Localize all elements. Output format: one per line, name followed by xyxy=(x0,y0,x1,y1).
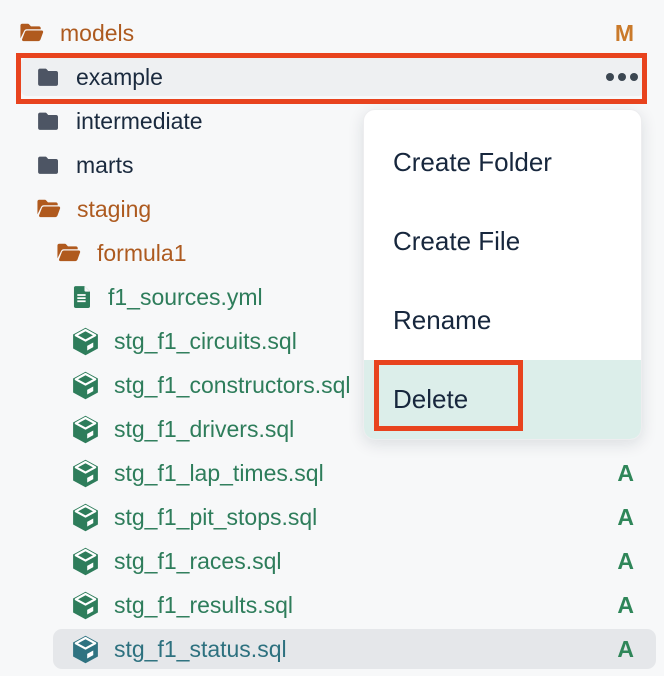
tree-item-label: stg_f1_results.sql xyxy=(114,592,293,619)
tree-item-label: stg_f1_drivers.sql xyxy=(114,416,294,443)
tree-item-label: f1_sources.yml xyxy=(108,284,263,311)
model-cube-icon xyxy=(70,370,101,401)
tree-item-label: stg_f1_status.sql xyxy=(114,636,287,663)
added-badge: A xyxy=(617,636,634,663)
tree-item-stg-f1-races[interactable]: stg_f1_races.sql A xyxy=(0,539,664,583)
added-badge: A xyxy=(617,592,634,619)
folder-icon xyxy=(33,65,63,90)
model-cube-icon xyxy=(70,458,101,489)
tree-item-stg-f1-status[interactable]: stg_f1_status.sql A xyxy=(0,627,664,671)
file-yml-icon xyxy=(70,282,95,312)
model-cube-icon xyxy=(70,590,101,621)
tree-item-label: stg_f1_circuits.sql xyxy=(114,328,297,355)
tree-item-label: stg_f1_constructors.sql xyxy=(114,372,351,399)
tree-item-models[interactable]: models M xyxy=(0,11,664,55)
menu-item-rename[interactable]: Rename xyxy=(364,281,641,360)
menu-item-create-file[interactable]: Create File xyxy=(364,202,641,281)
tree-item-label: intermediate xyxy=(76,108,203,135)
added-badge: A xyxy=(617,504,634,531)
tree-item-label: marts xyxy=(76,152,134,179)
tree-item-label: formula1 xyxy=(97,240,186,267)
tree-item-stg-f1-lap-times[interactable]: stg_f1_lap_times.sql A xyxy=(0,451,664,495)
tree-item-label: staging xyxy=(77,196,151,223)
tree-item-label: stg_f1_lap_times.sql xyxy=(114,460,324,487)
ellipsis-menu-icon[interactable] xyxy=(606,73,638,81)
added-badge: A xyxy=(617,548,634,575)
tree-item-label: stg_f1_pit_stops.sql xyxy=(114,504,317,531)
model-cube-icon xyxy=(70,634,101,665)
folder-icon xyxy=(33,153,63,178)
folder-open-icon xyxy=(16,20,47,46)
tree-item-stg-f1-pit-stops[interactable]: stg_f1_pit_stops.sql A xyxy=(0,495,664,539)
file-explorer-panel: models M example intermediate marts stag… xyxy=(0,0,664,676)
folder-icon xyxy=(33,109,63,134)
tree-item-label: models xyxy=(60,20,134,47)
tree-item-label: example xyxy=(76,64,163,91)
context-menu: Create Folder Create File Rename Delete xyxy=(363,109,642,440)
model-cube-icon xyxy=(70,414,101,445)
tree-item-stg-f1-results[interactable]: stg_f1_results.sql A xyxy=(0,583,664,627)
folder-open-icon xyxy=(33,196,64,222)
model-cube-icon xyxy=(70,502,101,533)
model-cube-icon xyxy=(70,546,101,577)
menu-item-delete[interactable]: Delete xyxy=(364,360,641,439)
menu-item-create-folder[interactable]: Create Folder xyxy=(364,123,641,202)
model-cube-icon xyxy=(70,326,101,357)
modified-badge: M xyxy=(615,20,634,47)
added-badge: A xyxy=(617,460,634,487)
tree-item-example[interactable]: example xyxy=(0,55,664,99)
folder-open-icon xyxy=(53,240,84,266)
tree-item-label: stg_f1_races.sql xyxy=(114,548,281,575)
